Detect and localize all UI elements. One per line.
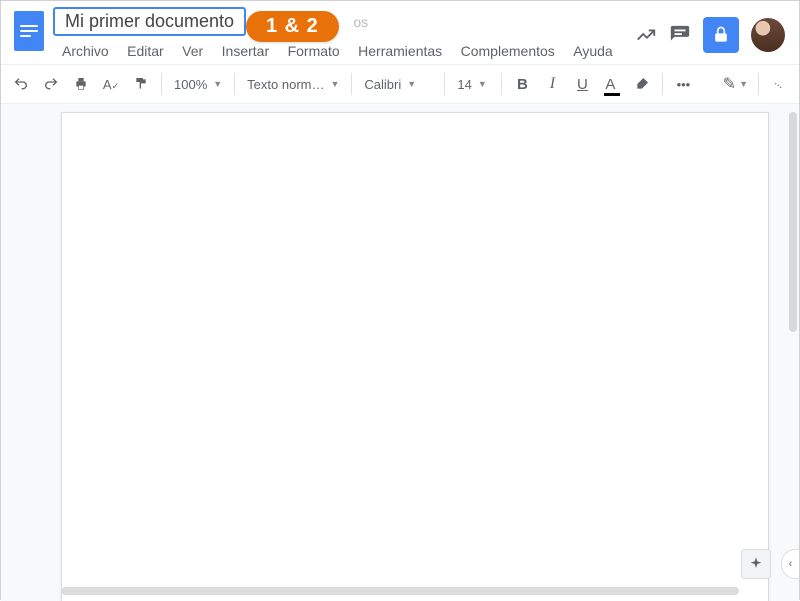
zoom-select[interactable]: 100%▼ bbox=[168, 70, 228, 98]
toolbar: A✓ 100%▼ Texto norm…▼ Calibri▼ 14▼ B I U… bbox=[1, 64, 799, 104]
menu-archivo[interactable]: Archivo bbox=[55, 40, 116, 62]
toolbar-separator bbox=[444, 73, 445, 95]
paint-format-button[interactable] bbox=[127, 70, 155, 98]
collapse-toolbar-button[interactable]: ᨞ bbox=[765, 70, 793, 98]
explore-button[interactable] bbox=[741, 549, 771, 579]
text-color-button[interactable]: A bbox=[598, 70, 626, 98]
menu-bar: Archivo Editar Ver Insertar Formato Herr… bbox=[53, 40, 635, 62]
horizontal-scrollbar[interactable] bbox=[61, 587, 739, 595]
menu-complementos[interactable]: Complementos bbox=[454, 40, 562, 62]
toolbar-separator bbox=[234, 73, 235, 95]
annotation-pill: 1 & 2 bbox=[246, 11, 339, 42]
menu-ayuda[interactable]: Ayuda bbox=[566, 40, 619, 62]
highlight-button[interactable] bbox=[628, 70, 656, 98]
font-select[interactable]: Calibri▼ bbox=[358, 70, 438, 98]
redo-button[interactable] bbox=[37, 70, 65, 98]
underline-button[interactable]: U bbox=[568, 70, 596, 98]
editing-mode-button[interactable]: ✎▼ bbox=[719, 70, 752, 98]
toolbar-separator bbox=[758, 73, 759, 95]
undo-button[interactable] bbox=[7, 70, 35, 98]
menu-formato[interactable]: Formato bbox=[281, 40, 347, 62]
account-avatar[interactable] bbox=[751, 18, 785, 52]
docs-logo[interactable] bbox=[9, 7, 49, 55]
print-button[interactable] bbox=[67, 70, 95, 98]
font-size-select[interactable]: 14▼ bbox=[451, 70, 495, 98]
toolbar-separator bbox=[351, 73, 352, 95]
italic-button[interactable]: I bbox=[538, 70, 566, 98]
activity-icon[interactable] bbox=[635, 24, 657, 46]
hidden-title-overflow: os bbox=[353, 14, 368, 30]
menu-editar[interactable]: Editar bbox=[120, 40, 171, 62]
document-title-input[interactable]: Mi primer documento bbox=[53, 7, 246, 36]
bold-button[interactable]: B bbox=[508, 70, 536, 98]
comments-icon[interactable] bbox=[669, 24, 691, 46]
toolbar-separator bbox=[662, 73, 663, 95]
share-button[interactable] bbox=[703, 17, 739, 53]
spellcheck-button[interactable]: A✓ bbox=[97, 70, 125, 98]
side-panel-toggle[interactable]: ‹ bbox=[781, 549, 799, 579]
vertical-scrollbar[interactable] bbox=[789, 112, 797, 332]
menu-herramientas[interactable]: Herramientas bbox=[351, 40, 449, 62]
styles-select[interactable]: Texto norm…▼ bbox=[241, 70, 345, 98]
document-page[interactable] bbox=[61, 112, 769, 601]
more-tools-button[interactable]: ••• bbox=[669, 70, 697, 98]
menu-ver[interactable]: Ver bbox=[175, 40, 210, 62]
toolbar-separator bbox=[501, 73, 502, 95]
menu-insertar[interactable]: Insertar bbox=[215, 40, 276, 62]
document-workspace: ‹ bbox=[1, 104, 799, 601]
toolbar-separator bbox=[161, 73, 162, 95]
